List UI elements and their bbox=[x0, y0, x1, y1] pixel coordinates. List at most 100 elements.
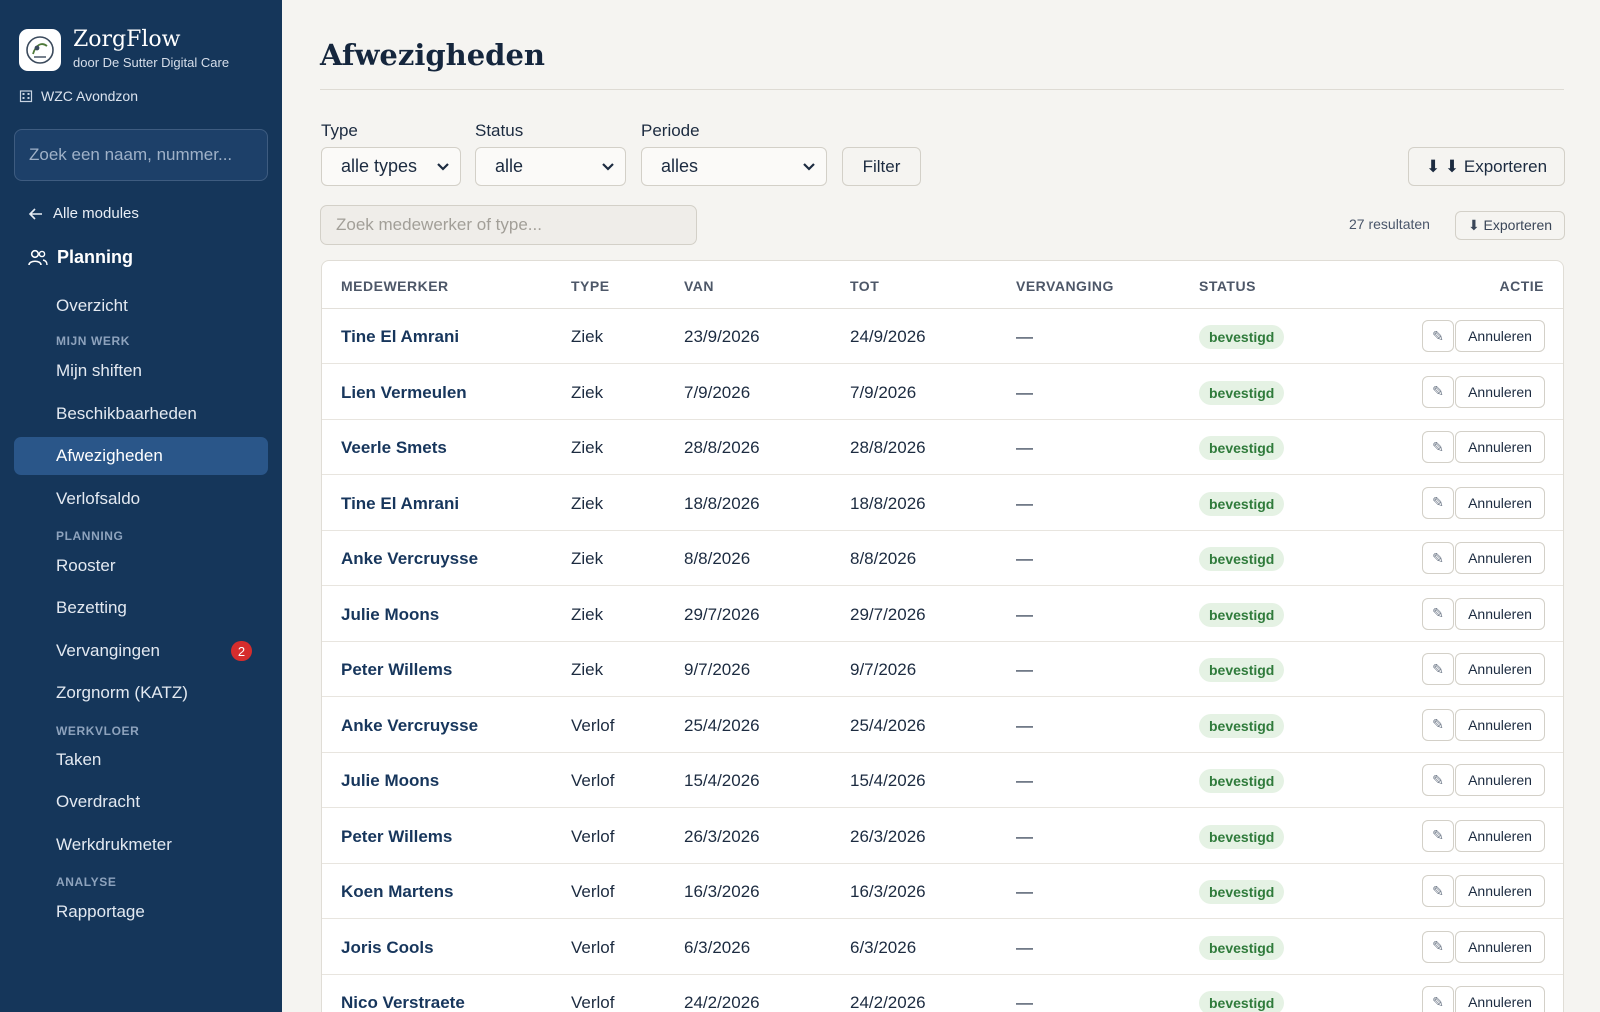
cell-medewerker[interactable]: Lien Vermeulen bbox=[341, 383, 467, 403]
cell-medewerker[interactable]: Joris Cools bbox=[341, 938, 434, 958]
cell-medewerker[interactable]: Julie Moons bbox=[341, 771, 439, 791]
cell-tot: 15/4/2026 bbox=[850, 771, 926, 790]
chevron-down-icon bbox=[437, 163, 449, 171]
cell-type: Verlof bbox=[571, 826, 615, 846]
cell-van: 8/8/2026 bbox=[684, 549, 751, 568]
edit-button[interactable]: ✎ bbox=[1422, 653, 1454, 685]
sidebar-item-rooster[interactable]: Rooster bbox=[14, 547, 268, 585]
sidebar-item-werkdrukmeter[interactable]: Werkdrukmeter bbox=[14, 826, 268, 864]
planning-section-header[interactable]: Planning bbox=[28, 247, 133, 268]
sidebar-item-afwezigheden[interactable]: Afwezigheden bbox=[14, 437, 268, 475]
sidebar-item-label: Taken bbox=[56, 750, 102, 769]
table-export-button[interactable]: ⬇ Exporteren bbox=[1455, 211, 1565, 240]
cell-van: 25/4/2026 bbox=[684, 715, 760, 735]
all-modules-link[interactable]: Alle modules bbox=[28, 205, 139, 222]
cell-medewerker[interactable]: Tine El Amrani bbox=[341, 494, 459, 514]
sidebar-item-label: Rapportage bbox=[56, 902, 145, 921]
sidebar-item-rapportage[interactable]: Rapportage bbox=[14, 893, 268, 931]
sidebar-item-beschikbaarheden[interactable]: Beschikbaarheden bbox=[14, 395, 268, 433]
table-row: Joris Cools Verlof 6/3/2026 6/3/2026 — bevest… bbox=[322, 920, 1563, 975]
cell-medewerker[interactable]: Peter Willems bbox=[341, 660, 452, 680]
edit-button[interactable]: ✎ bbox=[1422, 764, 1454, 796]
cell-tot: 18/8/2026 bbox=[850, 493, 926, 513]
cell-medewerker[interactable]: Peter Willems bbox=[341, 827, 452, 847]
sidebar-item-overzicht[interactable]: Overzicht bbox=[14, 287, 268, 325]
edit-button[interactable]: ✎ bbox=[1422, 930, 1454, 963]
all-modules-label: Alle modules bbox=[53, 205, 139, 222]
cancel-button[interactable]: Annuleren bbox=[1455, 486, 1545, 519]
cancel-button[interactable]: Annuleren bbox=[1455, 986, 1545, 1012]
nav-group-werkvloer: WERKVLOER bbox=[56, 724, 140, 738]
sidebar-item-vervangingen[interactable]: Vervangingen 2 bbox=[14, 632, 268, 670]
cancel-button[interactable]: Annuleren bbox=[1455, 708, 1545, 741]
status-badge: bevestigd bbox=[1199, 824, 1285, 849]
cancel-button[interactable]: Annuleren bbox=[1455, 653, 1545, 685]
edit-button[interactable]: ✎ bbox=[1422, 819, 1454, 852]
edit-button[interactable]: ✎ bbox=[1422, 431, 1454, 463]
sidebar-item-overdracht[interactable]: Overdracht bbox=[14, 783, 268, 821]
status-filter-label: Status bbox=[475, 121, 524, 140]
cancel-button[interactable]: Annuleren bbox=[1455, 320, 1545, 352]
table-header: MEDEWERKER TYPE VAN TOT VERVANGING STATU… bbox=[322, 261, 1563, 309]
sidebar-search-input[interactable] bbox=[14, 129, 268, 181]
sidebar-item-label: Zorgnorm (KATZ) bbox=[56, 683, 188, 702]
edit-button[interactable]: ✎ bbox=[1422, 542, 1454, 574]
cell-vervanging: — bbox=[1016, 493, 1033, 513]
cell-medewerker[interactable]: Anke Vercruysse bbox=[341, 716, 478, 736]
table-row: Julie Moons Ziek 29/7/2026 29/7/2026 — bevest… bbox=[322, 587, 1563, 642]
cell-vervanging: — bbox=[1016, 549, 1033, 568]
cell-vervanging: — bbox=[1016, 327, 1033, 346]
sidebar-item-verlofsaldo[interactable]: Verlofsaldo bbox=[14, 480, 268, 518]
cancel-button[interactable]: Annuleren bbox=[1455, 542, 1545, 574]
cancel-button[interactable]: Annuleren bbox=[1455, 431, 1545, 463]
absences-table: MEDEWERKER TYPE VAN TOT VERVANGING STATU… bbox=[321, 260, 1564, 1012]
cancel-button[interactable]: Annuleren bbox=[1455, 930, 1545, 963]
cell-type: Ziek bbox=[571, 549, 604, 568]
cell-tot: 26/3/2026 bbox=[850, 826, 926, 846]
sidebar-item-bezetting[interactable]: Bezetting bbox=[14, 589, 268, 627]
nav-group-analyse: ANALYSE bbox=[56, 875, 117, 889]
export-button[interactable]: ⬇ ⬇ Exporteren bbox=[1408, 147, 1565, 186]
cancel-button[interactable]: Annuleren bbox=[1455, 875, 1545, 907]
table-row: Veerle Smets Ziek 28/8/2026 28/8/2026 — beves… bbox=[322, 420, 1563, 475]
column-header-van: VAN bbox=[684, 278, 715, 294]
edit-button[interactable]: ✎ bbox=[1422, 986, 1454, 1012]
cell-medewerker[interactable]: Veerle Smets bbox=[341, 438, 447, 458]
periode-filter-select[interactable]: alles bbox=[641, 147, 827, 186]
cell-van: 6/3/2026 bbox=[684, 937, 751, 957]
result-count: 27 resultaten bbox=[1349, 216, 1430, 232]
table-row: Tine El Amrani Ziek 18/8/2026 18/8/2026 — bev… bbox=[322, 476, 1563, 531]
edit-button[interactable]: ✎ bbox=[1422, 875, 1454, 907]
status-badge: bevestigd bbox=[1199, 602, 1285, 627]
filter-button[interactable]: Filter bbox=[842, 147, 921, 186]
status-filter-value: alle bbox=[495, 156, 524, 176]
cell-medewerker[interactable]: Anke Vercruysse bbox=[341, 549, 478, 569]
cell-medewerker[interactable]: Julie Moons bbox=[341, 605, 439, 625]
sidebar-item-mijn-shiften[interactable]: Mijn shiften bbox=[14, 352, 268, 390]
cell-medewerker[interactable]: Nico Verstraete bbox=[341, 993, 465, 1012]
sidebar-item-taken[interactable]: Taken bbox=[14, 741, 268, 779]
sidebar-item-label: Mijn shiften bbox=[56, 361, 142, 380]
table-search-input[interactable] bbox=[320, 205, 697, 245]
cancel-button[interactable]: Annuleren bbox=[1455, 375, 1545, 408]
edit-button[interactable]: ✎ bbox=[1422, 708, 1454, 741]
cell-tot: 9/7/2026 bbox=[850, 660, 917, 679]
edit-button[interactable]: ✎ bbox=[1422, 320, 1454, 352]
edit-button[interactable]: ✎ bbox=[1422, 597, 1454, 630]
cell-type: Verlof bbox=[571, 771, 615, 790]
status-badge: bevestigd bbox=[1199, 436, 1285, 460]
cell-medewerker[interactable]: Koen Martens bbox=[341, 882, 453, 902]
cancel-button[interactable]: Annuleren bbox=[1455, 597, 1545, 630]
status-filter-select[interactable]: alle bbox=[475, 147, 626, 186]
periode-filter-label: Periode bbox=[641, 121, 700, 140]
cancel-button[interactable]: Annuleren bbox=[1455, 764, 1545, 796]
table-row: Peter Willems Verlof 26/3/2026 26/3/2026 — be… bbox=[322, 809, 1563, 864]
sidebar-item-label: Overdracht bbox=[56, 792, 141, 811]
brand[interactable]: ZorgFlow door De Sutter Digital Care bbox=[19, 27, 229, 72]
sidebar-item-zorgnorm[interactable]: Zorgnorm (KATZ) bbox=[14, 674, 268, 712]
type-filter-select[interactable]: alle types bbox=[321, 147, 461, 186]
edit-button[interactable]: ✎ bbox=[1422, 375, 1454, 408]
edit-button[interactable]: ✎ bbox=[1422, 486, 1454, 519]
cancel-button[interactable]: Annuleren bbox=[1455, 819, 1545, 852]
cell-medewerker[interactable]: Tine El Amrani bbox=[341, 327, 459, 347]
